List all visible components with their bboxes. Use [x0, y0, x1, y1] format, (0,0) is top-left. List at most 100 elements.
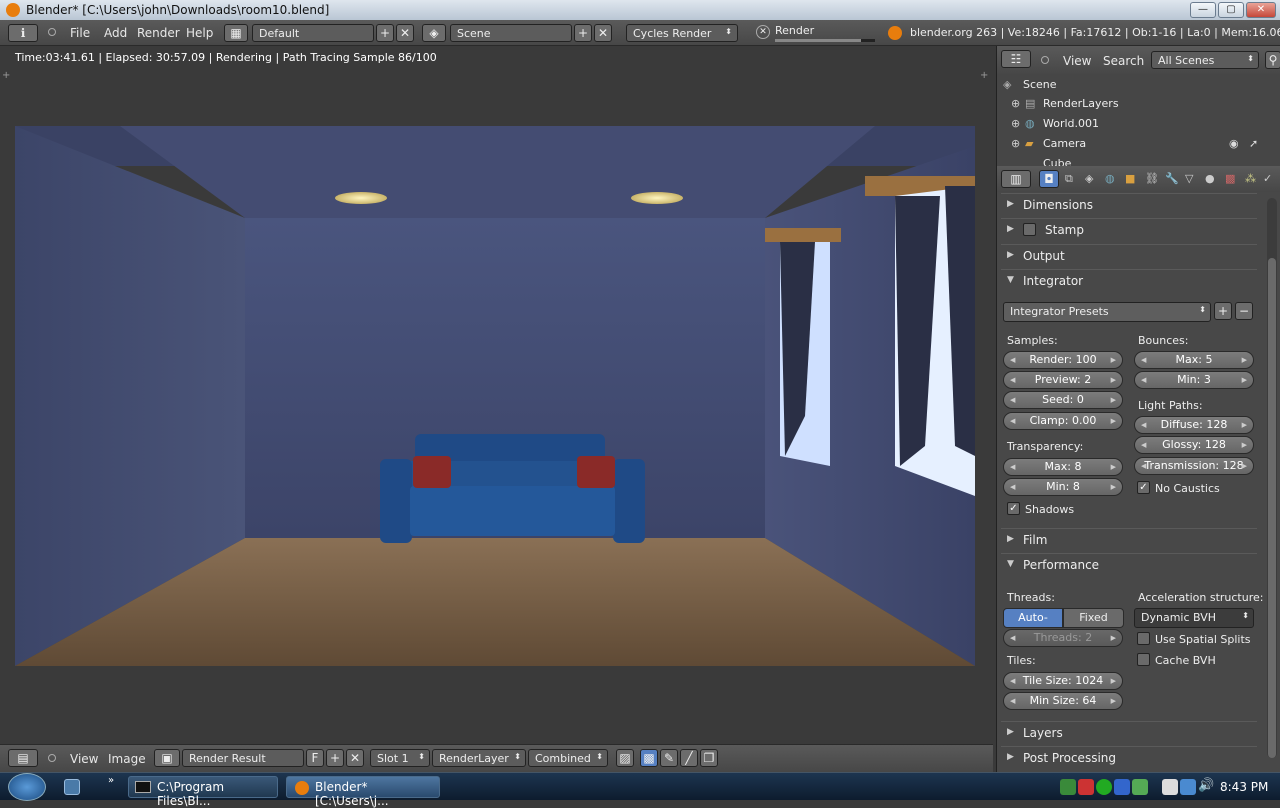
- volume-icon[interactable]: 🔊: [1198, 778, 1214, 793]
- data-tab-icon[interactable]: ▽: [1185, 172, 1193, 185]
- cache-bvh-checkbox[interactable]: [1137, 653, 1150, 666]
- spatial-splits-checkbox[interactable]: [1137, 632, 1150, 645]
- clock[interactable]: 8:43 PM: [1220, 780, 1268, 794]
- expand-plus-icon[interactable]: ⊕: [1011, 97, 1020, 110]
- outliner-row-scene[interactable]: ◈ Scene: [997, 75, 1267, 95]
- start-button-icon[interactable]: [8, 773, 46, 801]
- panel-post-processing[interactable]: ▶ Post Processing: [1001, 746, 1257, 768]
- outliner-row-cube[interactable]: Cube: [997, 154, 1267, 166]
- cancel-render-icon[interactable]: ✕: [756, 25, 770, 39]
- menu-view[interactable]: View: [70, 752, 98, 766]
- outliner-search-menu[interactable]: Search: [1103, 54, 1144, 68]
- arrow-left-icon[interactable]: ◀: [1010, 352, 1015, 368]
- editor-type-icon[interactable]: ▤: [8, 749, 38, 767]
- preview-samples-field[interactable]: ◀ Preview: 2 ▶: [1003, 371, 1123, 389]
- arrow-left-icon[interactable]: ◀: [1141, 458, 1146, 474]
- seed-field[interactable]: ◀ Seed: 0 ▶: [1003, 391, 1123, 409]
- shadows-checkbox[interactable]: ✓: [1007, 502, 1020, 515]
- close-window-button[interactable]: ✕: [1246, 2, 1276, 18]
- integrator-presets-select[interactable]: Integrator Presets ⬍: [1003, 302, 1211, 322]
- arrow-right-icon[interactable]: ▶: [1111, 673, 1116, 689]
- panel-output[interactable]: ▶ Output: [1001, 244, 1257, 266]
- threads-fixed-toggle[interactable]: Fixed: [1063, 608, 1124, 628]
- arrow-right-icon[interactable]: ▶: [1111, 479, 1116, 495]
- arrow-right-icon[interactable]: ▶: [1242, 417, 1247, 433]
- glossy-field[interactable]: ◀ Glossy: 128 ▶: [1134, 436, 1254, 454]
- add-preset-button[interactable]: +: [1214, 302, 1232, 320]
- screen-layout-icon[interactable]: ▦: [224, 24, 248, 42]
- panel-film[interactable]: ▶ Film: [1001, 528, 1257, 550]
- arrow-left-icon[interactable]: ◀: [1010, 459, 1015, 475]
- arrow-right-icon[interactable]: ▶: [1111, 392, 1116, 408]
- properties-scrollbar[interactable]: [1267, 198, 1277, 758]
- constraints-tab-icon[interactable]: ⛓: [1145, 172, 1159, 185]
- world-tab-icon[interactable]: ◍: [1105, 172, 1115, 185]
- collapse-menu-icon[interactable]: [1041, 56, 1049, 64]
- arrow-right-icon[interactable]: ▶: [1111, 459, 1116, 475]
- stamp-checkbox[interactable]: [1023, 223, 1036, 236]
- panel-integrator[interactable]: ▼ Integrator: [1001, 269, 1257, 291]
- tile-size-field[interactable]: ◀ Tile Size: 1024 ▶: [1003, 672, 1123, 690]
- menu-add[interactable]: Add: [104, 26, 127, 40]
- region-plus-right-icon[interactable]: +: [980, 70, 988, 81]
- render-tab-camera-icon[interactable]: ◘: [1039, 170, 1059, 188]
- arrow-left-icon[interactable]: ◀: [1010, 673, 1015, 689]
- network-icon[interactable]: [1180, 779, 1196, 795]
- particles-tab-icon[interactable]: ⁂: [1245, 172, 1256, 185]
- transparency-min-field[interactable]: ◀ Min: 8 ▶: [1003, 478, 1123, 496]
- outliner-editor-icon[interactable]: ☷: [1001, 50, 1031, 68]
- properties-editor-icon[interactable]: ▥: [1001, 170, 1031, 188]
- menu-help[interactable]: Help: [186, 26, 213, 40]
- arrow-left-icon[interactable]: ◀: [1010, 630, 1015, 646]
- panel-performance[interactable]: ▼ Performance: [1001, 553, 1257, 575]
- gmail-icon[interactable]: [1078, 779, 1094, 795]
- panel-dimensions[interactable]: ▶ Dimensions: [1001, 193, 1257, 215]
- arrow-left-icon[interactable]: ◀: [1141, 437, 1146, 453]
- menu-file[interactable]: File: [70, 26, 90, 40]
- quicklaunch-chevron-icon[interactable]: »: [108, 775, 114, 786]
- physics-tab-icon[interactable]: ✓: [1263, 172, 1272, 185]
- unlink-image-button[interactable]: ✕: [346, 749, 364, 767]
- diffuse-field[interactable]: ◀ Diffuse: 128 ▶: [1134, 416, 1254, 434]
- remove-preset-button[interactable]: −: [1235, 302, 1253, 320]
- expand-plus-icon[interactable]: ⊕: [1011, 117, 1020, 130]
- arrow-right-icon[interactable]: ▶: [1242, 372, 1247, 388]
- bounces-max-field[interactable]: ◀ Max: 5 ▶: [1134, 351, 1254, 369]
- arrow-right-icon[interactable]: ▶: [1111, 630, 1116, 646]
- scene-field[interactable]: Scene: [450, 24, 572, 42]
- show-desktop-icon[interactable]: [64, 779, 80, 795]
- render-pass-select[interactable]: Combined ⬍: [528, 749, 608, 767]
- brush-icon[interactable]: ✎: [660, 749, 678, 767]
- modifiers-tab-icon[interactable]: 🔧: [1165, 172, 1179, 185]
- maximize-button[interactable]: ▢: [1218, 2, 1244, 18]
- tray-app2-icon[interactable]: [1114, 779, 1130, 795]
- new-image-button[interactable]: +: [326, 749, 344, 767]
- minimize-button[interactable]: —: [1190, 2, 1216, 18]
- arrow-left-icon[interactable]: ◀: [1010, 392, 1015, 408]
- eye-icon[interactable]: ◉: [1229, 137, 1239, 150]
- device-icon[interactable]: [1162, 779, 1178, 795]
- tray-app-icon[interactable]: [1060, 779, 1076, 795]
- taskbar-blender-window[interactable]: Blender* [C:\Users\j...: [286, 776, 440, 808]
- arrow-left-icon[interactable]: ◀: [1010, 413, 1015, 429]
- outliner-view-menu[interactable]: View: [1063, 54, 1091, 68]
- menu-image[interactable]: Image: [108, 752, 146, 766]
- arrow-left-icon[interactable]: ◀: [1010, 372, 1015, 388]
- collapse-menu-icon[interactable]: [48, 754, 56, 762]
- outliner-row-camera[interactable]: ⊕ ▰ Camera ◉ ➚: [997, 134, 1267, 154]
- image-name-field[interactable]: Render Result: [182, 749, 304, 767]
- acceleration-structure-select[interactable]: Dynamic BVH ⬍: [1134, 608, 1254, 628]
- scene-icon[interactable]: ◈: [422, 24, 446, 42]
- security-icon[interactable]: [1096, 779, 1112, 795]
- collapse-menu-icon[interactable]: [48, 28, 56, 36]
- slash-icon[interactable]: ╱: [680, 749, 698, 767]
- image-browse-icon[interactable]: ▣: [154, 749, 180, 767]
- outliner-row-world[interactable]: ⊕ ◍ World.001: [997, 114, 1267, 134]
- expand-plus-icon[interactable]: ⊕: [1011, 137, 1020, 150]
- search-icon[interactable]: ⚲: [1265, 51, 1280, 69]
- bounces-min-field[interactable]: ◀ Min: 3 ▶: [1134, 371, 1254, 389]
- checker-icon[interactable]: ▩: [640, 749, 658, 767]
- outliner-row-renderlayers[interactable]: ⊕ ▤ RenderLayers: [997, 94, 1267, 114]
- arrow-right-icon[interactable]: ▶: [1242, 458, 1247, 474]
- draw-channels-icon[interactable]: ▨: [616, 749, 634, 767]
